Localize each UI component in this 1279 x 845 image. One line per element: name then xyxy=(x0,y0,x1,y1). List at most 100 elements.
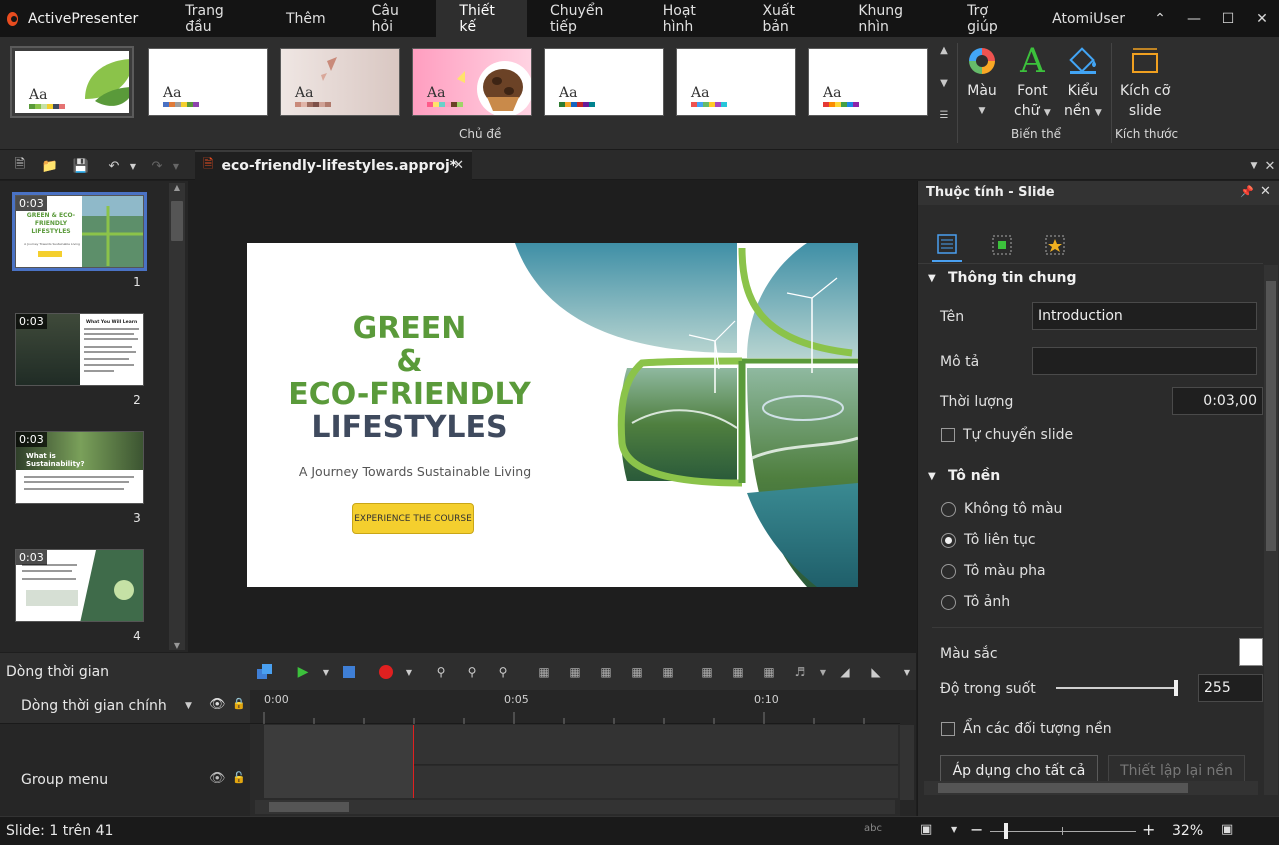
props-vscrollbar[interactable] xyxy=(1264,265,1278,795)
visibility-eye-icon[interactable]: 👁 xyxy=(209,697,226,712)
insert-time-icon[interactable]: ▦ xyxy=(659,663,677,681)
background-style-button[interactable]: Kiểu nền ▼ xyxy=(1064,45,1102,123)
new-file-icon[interactable]: 🗎 xyxy=(11,157,29,175)
undo-icon[interactable]: ↶ xyxy=(105,157,123,175)
tab-export[interactable]: Xuất bản xyxy=(739,0,835,37)
playhead-marker[interactable] xyxy=(413,725,414,798)
layers-icon[interactable] xyxy=(256,663,274,681)
slide-properties-tab-icon[interactable] xyxy=(937,234,959,256)
unlock-icon[interactable]: 🔓 xyxy=(232,771,246,784)
zoom-in-icon[interactable]: ⚲ xyxy=(432,663,450,681)
audio-icon[interactable]: ♬ xyxy=(791,663,809,681)
split-icon[interactable]: ▦ xyxy=(535,663,553,681)
timeline-tracks[interactable]: 0:00 0:05 0:10 xyxy=(250,690,914,816)
scroll-up-icon[interactable]: ▲ xyxy=(940,45,948,56)
fit-to-window-icon[interactable]: ▣ xyxy=(1221,822,1233,837)
interaction-tab-icon[interactable] xyxy=(1044,234,1066,256)
colors-button[interactable]: Màu ▼ xyxy=(966,45,998,121)
duration-input[interactable] xyxy=(1172,387,1263,415)
description-input[interactable] xyxy=(1032,347,1257,375)
tab-view[interactable]: Khung nhìn xyxy=(835,0,944,37)
hide-bg-objects-label[interactable]: Ẩn các đối tượng nền xyxy=(963,721,1112,737)
close-tab-icon[interactable]: ✕ xyxy=(453,158,464,173)
lock-icon[interactable]: 🔒 xyxy=(232,697,246,710)
view-dropdown-icon[interactable]: ▼ xyxy=(951,825,957,834)
timeline-more-icon[interactable]: ▼ xyxy=(898,663,916,681)
tab-questions[interactable]: Câu hỏi xyxy=(349,0,437,37)
fill-gradient-radio[interactable] xyxy=(941,564,956,579)
save-icon[interactable]: 💾 xyxy=(72,157,90,175)
zoom-in-button[interactable]: + xyxy=(1142,820,1155,839)
zoom-percentage[interactable]: 32% xyxy=(1172,823,1203,839)
crop-icon[interactable]: ▦ xyxy=(628,663,646,681)
fill-picture-radio[interactable] xyxy=(941,595,956,610)
adjust-duration-icon[interactable]: ▦ xyxy=(729,663,747,681)
tab-design[interactable]: Thiết kế xyxy=(436,0,528,37)
maximize-icon[interactable]: ☐ xyxy=(1211,0,1245,37)
undo-dropdown-icon[interactable]: ▼ xyxy=(124,157,142,175)
theme-option-7[interactable]: Aa xyxy=(808,48,928,116)
tab-insert[interactable]: Thêm xyxy=(263,0,349,37)
auto-advance-checkbox[interactable] xyxy=(941,428,955,442)
tab-transitions[interactable]: Chuyển tiếp xyxy=(527,0,640,37)
scrollbar-thumb[interactable] xyxy=(938,783,1188,793)
general-section-caret-icon[interactable]: ▼ xyxy=(928,273,936,284)
collapse-ribbon-icon[interactable]: ⌃ xyxy=(1143,0,1177,37)
scrollbar-thumb[interactable] xyxy=(171,201,183,241)
timeline-main-row-label[interactable]: Dòng thời gian chính xyxy=(21,698,167,714)
fill-picture-label[interactable]: Tô ảnh xyxy=(964,594,1010,610)
timeline-hscrollbar[interactable] xyxy=(255,800,895,814)
slide-thumbnail-3[interactable]: 0:03 What is Sustainability? xyxy=(15,431,144,504)
color-picker-swatch[interactable] xyxy=(1239,638,1263,666)
theme-option-plain[interactable]: Aa xyxy=(148,48,268,116)
slide-preview[interactable]: GREEN & ECO-FRIENDLY LIFESTYLES A Journe… xyxy=(247,243,858,587)
presentation-view-icon[interactable]: ▣ xyxy=(920,822,932,837)
minimize-icon[interactable]: — xyxy=(1177,0,1211,37)
scrollbar-thumb[interactable] xyxy=(269,802,349,812)
pin-panel-icon[interactable]: 📌 xyxy=(1240,185,1254,198)
fill-none-label[interactable]: Không tô màu xyxy=(964,501,1062,517)
zoom-fit-icon[interactable]: ⚲ xyxy=(494,663,512,681)
zoom-out-button[interactable]: − xyxy=(970,820,983,839)
scroll-down-icon[interactable]: ▼ xyxy=(940,78,948,89)
user-account[interactable]: AtomiUser xyxy=(1034,11,1143,27)
play-dropdown-icon[interactable]: ▼ xyxy=(317,663,335,681)
opacity-input[interactable] xyxy=(1198,674,1263,702)
timeline-vscrollbar[interactable] xyxy=(900,725,914,800)
scroll-up-icon[interactable]: ▲ xyxy=(169,183,185,192)
fill-section-caret-icon[interactable]: ▼ xyxy=(928,471,936,482)
fill-solid-label[interactable]: Tô liên tục xyxy=(964,532,1036,548)
record-dropdown-icon[interactable]: ▼ xyxy=(400,663,418,681)
close-panel-icon[interactable]: ✕ xyxy=(1261,157,1279,175)
props-hscrollbar[interactable] xyxy=(924,781,1258,795)
opacity-slider-handle[interactable] xyxy=(1174,680,1178,696)
freeze-frame-icon[interactable]: ▦ xyxy=(698,663,716,681)
name-input[interactable] xyxy=(1032,302,1257,330)
fill-gradient-label[interactable]: Tô màu pha xyxy=(964,563,1046,579)
zoom-out-icon[interactable]: ⚲ xyxy=(463,663,481,681)
tab-help[interactable]: Trợ giúp xyxy=(944,0,1034,37)
audio-dropdown-icon[interactable]: ▼ xyxy=(814,663,832,681)
slide-thumbnail-4[interactable]: 0:03 xyxy=(15,549,144,622)
stop-icon[interactable] xyxy=(340,663,358,681)
zoom-slider-handle[interactable] xyxy=(1004,823,1008,839)
close-panel-icon[interactable]: ✕ xyxy=(1260,184,1271,199)
theme-option-pink[interactable]: Aa xyxy=(412,48,532,116)
scrollbar-thumb[interactable] xyxy=(1266,281,1276,551)
fade-in-icon[interactable]: ◢ xyxy=(836,663,854,681)
theme-option-green[interactable]: Aa xyxy=(10,46,134,118)
fill-none-radio[interactable] xyxy=(941,502,956,517)
size-position-tab-icon[interactable] xyxy=(991,234,1013,256)
record-icon[interactable] xyxy=(377,663,395,681)
slide-size-button[interactable]: Kích cỡ slide xyxy=(1120,45,1170,121)
opacity-slider-track[interactable] xyxy=(1056,687,1176,689)
scroll-down-icon[interactable]: ▼ xyxy=(169,641,185,650)
redo-dropdown-icon[interactable]: ▼ xyxy=(167,157,185,175)
fill-section-title[interactable]: Tô nền xyxy=(948,468,1000,484)
speed-icon[interactable]: ▦ xyxy=(760,663,778,681)
theme-option-6[interactable]: Aa xyxy=(676,48,796,116)
tab-animations[interactable]: Hoạt hình xyxy=(640,0,740,37)
spellcheck-icon[interactable]: abc xyxy=(864,823,882,834)
gallery-more-icon[interactable]: ☰ xyxy=(940,110,949,121)
auto-advance-label[interactable]: Tự chuyển slide xyxy=(963,427,1073,443)
